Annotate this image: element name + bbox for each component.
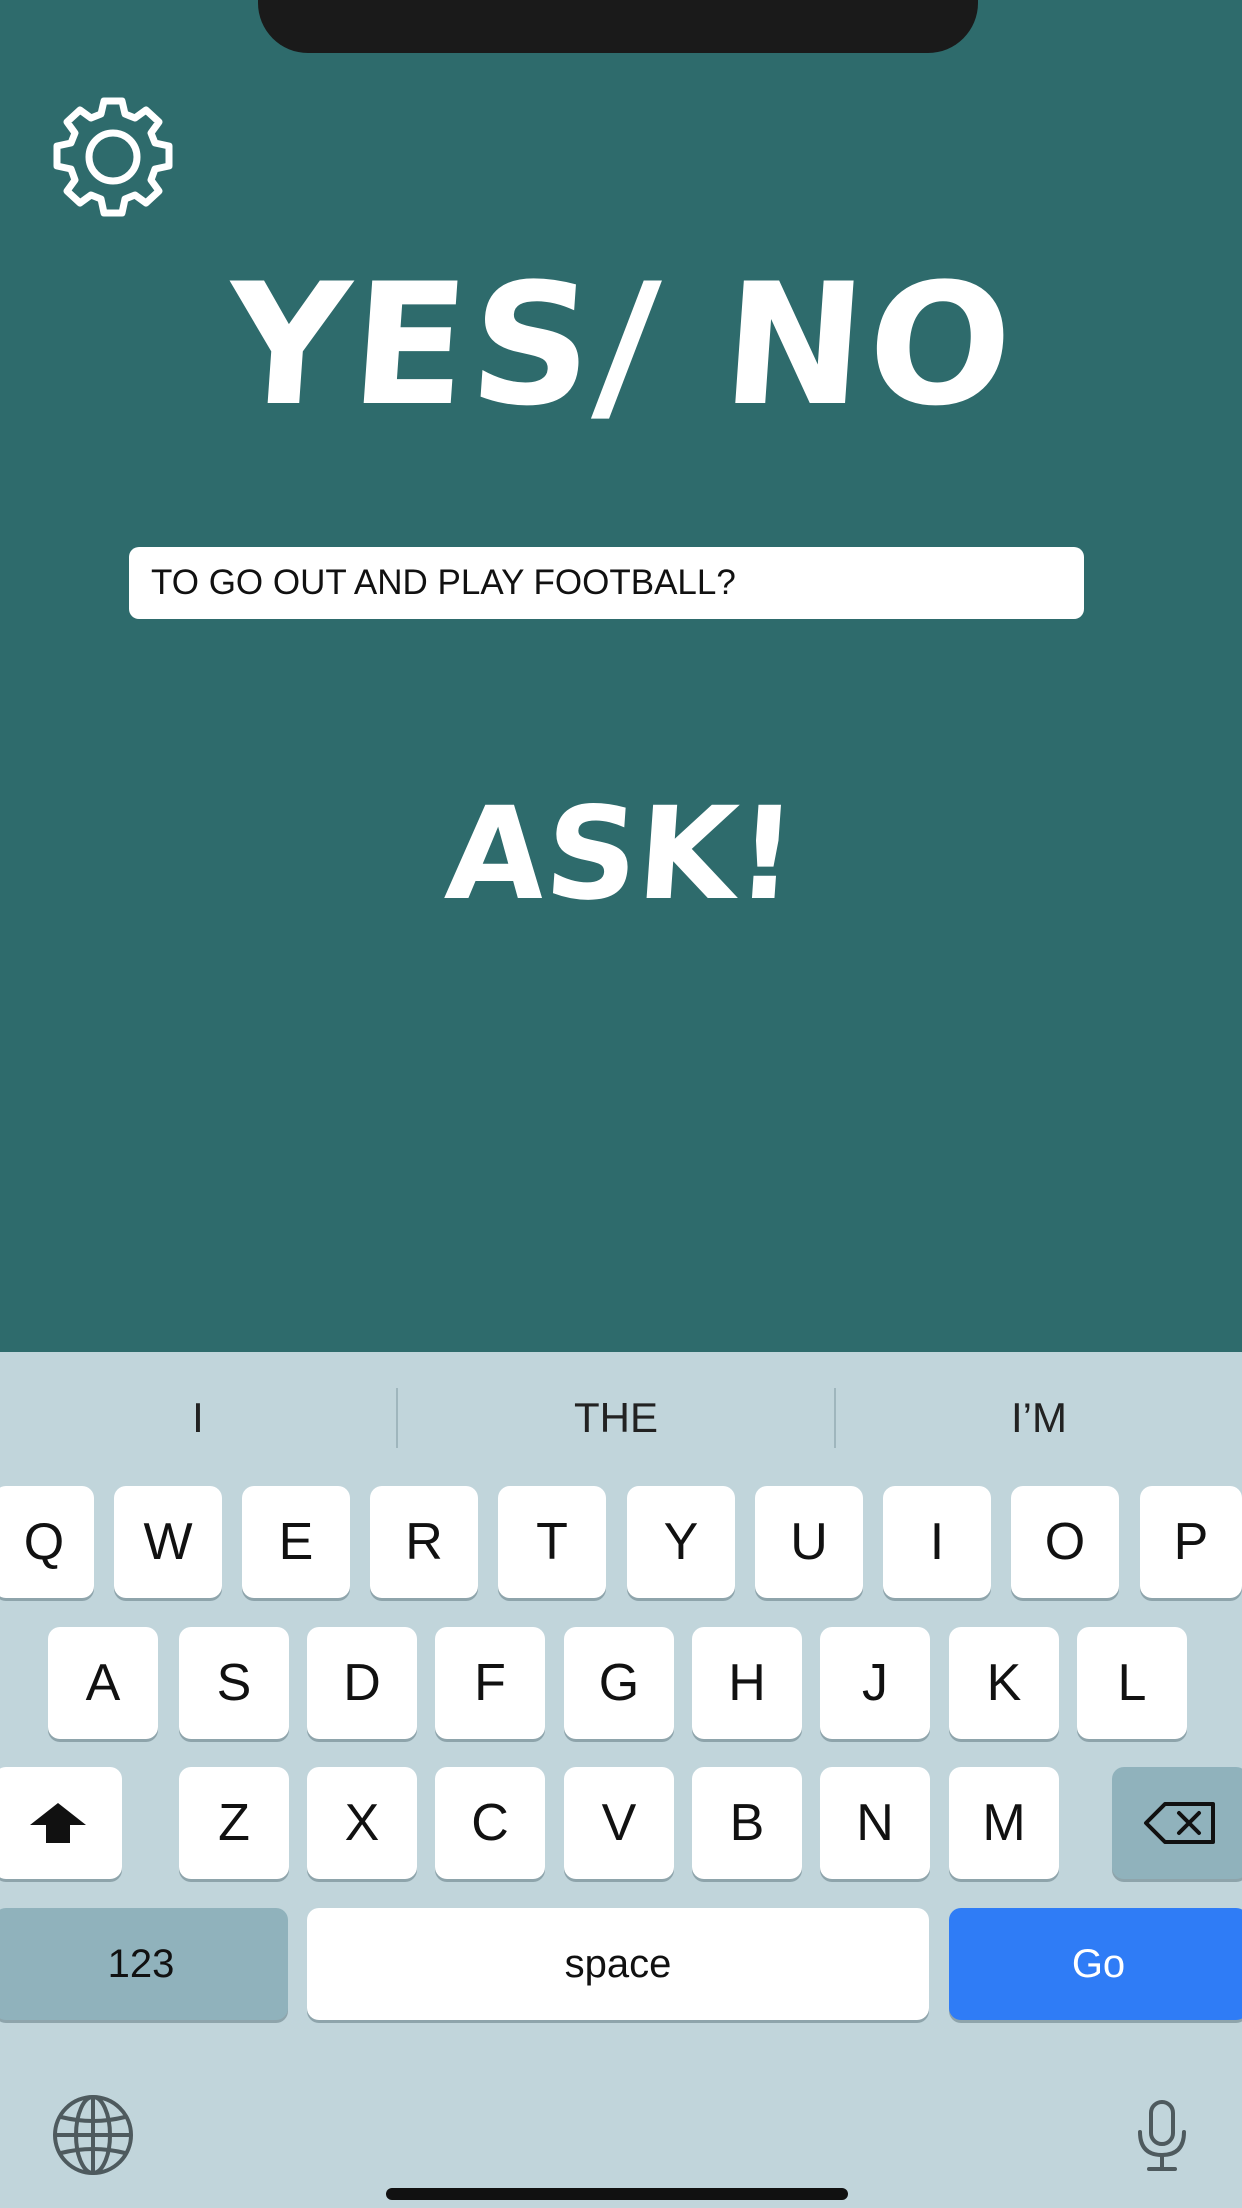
keyboard: I THE I’M Q W E R T Y U I O P A S D F G … (0, 1352, 1242, 2208)
key-b[interactable]: B (692, 1767, 802, 1879)
key-x[interactable]: X (307, 1767, 417, 1879)
key-j[interactable]: J (820, 1627, 930, 1739)
key-s[interactable]: S (179, 1627, 289, 1739)
backspace-icon (1144, 1802, 1215, 1844)
key-v[interactable]: V (564, 1767, 674, 1879)
globe-button[interactable] (46, 2088, 140, 2182)
shift-key[interactable] (0, 1767, 122, 1879)
key-p[interactable]: P (1140, 1486, 1242, 1598)
key-o[interactable]: O (1011, 1486, 1119, 1598)
suggestion-1[interactable]: I (0, 1352, 396, 1484)
question-input[interactable] (129, 547, 1084, 619)
suggestion-bar: I THE I’M (0, 1352, 1242, 1484)
key-n[interactable]: N (820, 1767, 930, 1879)
key-u[interactable]: U (755, 1486, 863, 1598)
suggestion-2[interactable]: THE (398, 1352, 834, 1484)
key-a[interactable]: A (48, 1627, 158, 1739)
key-h[interactable]: H (692, 1627, 802, 1739)
key-r[interactable]: R (370, 1486, 478, 1598)
key-c[interactable]: C (435, 1767, 545, 1879)
home-indicator (386, 2188, 848, 2200)
space-key[interactable]: space (307, 1908, 929, 2020)
go-key[interactable]: Go (949, 1908, 1242, 2020)
key-e[interactable]: E (242, 1486, 350, 1598)
key-k[interactable]: K (949, 1627, 1059, 1739)
key-f[interactable]: F (435, 1627, 545, 1739)
backspace-key[interactable] (1112, 1767, 1242, 1879)
settings-button[interactable] (36, 96, 190, 220)
microphone-button[interactable] (1126, 2088, 1198, 2184)
numbers-key[interactable]: 123 (0, 1908, 288, 2020)
key-l[interactable]: L (1077, 1627, 1187, 1739)
key-m[interactable]: M (949, 1767, 1059, 1879)
app-title: YES/ NO (219, 247, 1023, 443)
gear-icon (53, 97, 173, 217)
key-y[interactable]: Y (627, 1486, 735, 1598)
suggestion-3[interactable]: I’M (836, 1352, 1242, 1484)
globe-icon (53, 2095, 133, 2175)
ask-button[interactable]: ASK! (0, 780, 1242, 930)
microphone-icon (1138, 2100, 1186, 2171)
key-g[interactable]: G (564, 1627, 674, 1739)
key-z[interactable]: Z (179, 1767, 289, 1879)
key-q[interactable]: Q (0, 1486, 94, 1598)
device-notch (258, 0, 978, 53)
key-w[interactable]: W (114, 1486, 222, 1598)
key-t[interactable]: T (498, 1486, 606, 1598)
key-d[interactable]: D (307, 1627, 417, 1739)
key-i[interactable]: I (883, 1486, 991, 1598)
shift-icon (30, 1803, 86, 1843)
